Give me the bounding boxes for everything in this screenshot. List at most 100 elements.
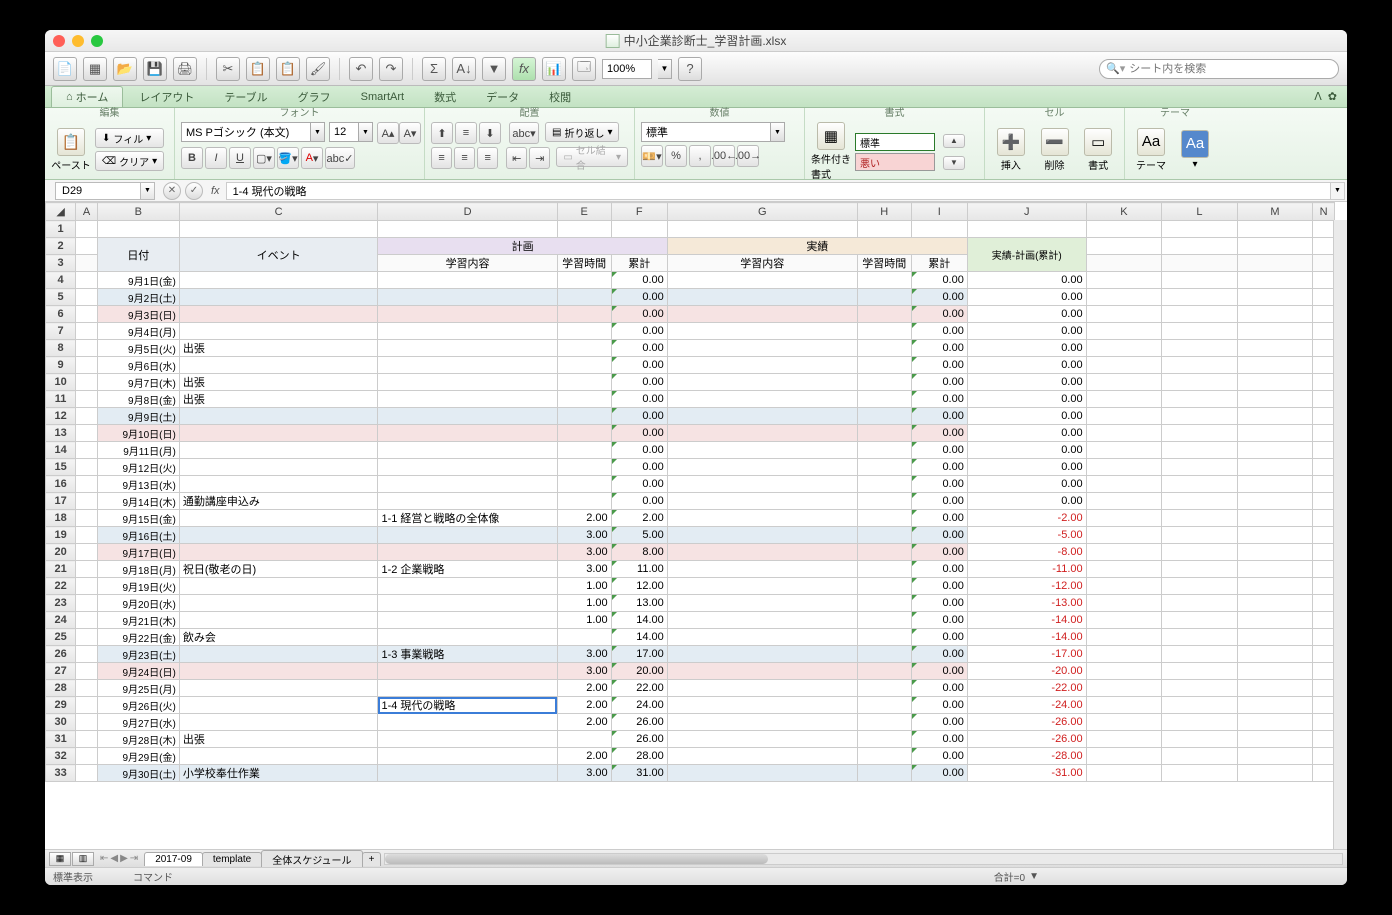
style-bad[interactable]: 悪い — [855, 153, 935, 171]
table-row[interactable]: 269月23日(土)1-3 事業戦略3.0017.000.00-17.00 — [46, 646, 1335, 663]
table-row[interactable]: 109月7日(木)出張0.000.000.00 — [46, 374, 1335, 391]
align-top-icon[interactable]: ⬆ — [431, 122, 453, 144]
table-row[interactable]: 279月24日(日)3.0020.000.00-20.00 — [46, 663, 1335, 680]
dec-decimal-icon[interactable]: .00→ — [737, 145, 759, 167]
table-row[interactable]: 99月6日(水)0.000.000.00 — [46, 357, 1335, 374]
format-button[interactable]: ▭書式 — [1078, 128, 1118, 172]
clear-button[interactable]: ⌫ クリア ▾ — [95, 151, 164, 171]
table-row[interactable]: 159月12日(火)0.000.000.00 — [46, 459, 1335, 476]
open-icon[interactable]: 📂 — [113, 57, 137, 81]
align-right-icon[interactable]: ≡ — [477, 147, 498, 169]
table-row[interactable]: 189月15日(金)1-1 経営と戦略の全体像2.002.000.00-2.00 — [46, 510, 1335, 527]
align-center-icon[interactable]: ≡ — [454, 147, 475, 169]
tab-chart[interactable]: グラフ — [284, 86, 345, 107]
first-sheet-icon[interactable]: ⇤ — [100, 853, 108, 864]
select-all-corner[interactable]: ◢ — [46, 203, 76, 221]
table-row[interactable]: 329月29日(金)2.0028.000.00-28.00 — [46, 748, 1335, 765]
align-middle-icon[interactable]: ≡ — [455, 122, 477, 144]
table-row[interactable]: 219月18日(月)祝日(敬老の日)1-2 企業戦略3.0011.000.00-… — [46, 561, 1335, 578]
column-headers[interactable]: ◢ ABCDEFGHIJKLMN — [46, 203, 1335, 221]
underline-icon[interactable]: U — [229, 147, 251, 169]
next-sheet-icon[interactable]: ▶ — [120, 853, 128, 864]
close-button[interactable] — [53, 35, 65, 47]
fill-color-icon[interactable]: 🪣▾ — [277, 147, 299, 169]
align-left-icon[interactable]: ≡ — [431, 147, 452, 169]
table-row[interactable]: 249月21日(木)1.0014.000.00-14.00 — [46, 612, 1335, 629]
table-row[interactable]: 229月19日(火)1.0012.000.00-12.00 — [46, 578, 1335, 595]
percent-icon[interactable]: % — [665, 145, 687, 167]
format-painter-icon[interactable]: 🖌 — [306, 57, 330, 81]
border-icon[interactable]: ▢▾ — [253, 147, 275, 169]
undo-icon[interactable]: ↶ — [349, 57, 373, 81]
delete-button[interactable]: ➖削除 — [1035, 128, 1075, 172]
table-row[interactable]: 339月30日(土)小学校奉仕作業3.0031.000.00-31.00 — [46, 765, 1335, 782]
italic-icon[interactable]: I — [205, 147, 227, 169]
font-size-combo[interactable]: 12 — [329, 122, 359, 142]
cancel-icon[interactable]: ✕ — [163, 182, 181, 200]
table-row[interactable]: 309月27日(水)2.0026.000.00-26.00 — [46, 714, 1335, 731]
page-view-icon[interactable]: ▥ — [72, 852, 94, 866]
spreadsheet-area[interactable]: ◢ ABCDEFGHIJKLMN 12日付イベント計画実績実績-計画(累計)3学… — [45, 202, 1347, 849]
tab-layout[interactable]: レイアウト — [125, 86, 208, 107]
wrap-button[interactable]: ▤ 折り返し ▾ — [545, 122, 619, 142]
style-up-icon[interactable]: ▲ — [943, 134, 965, 148]
copy-icon[interactable]: 📋 — [246, 57, 270, 81]
horizontal-scrollbar[interactable] — [384, 853, 1343, 865]
normal-view-icon[interactable]: ▦ — [49, 852, 71, 866]
zoom-button[interactable] — [91, 35, 103, 47]
bold-icon[interactable]: B — [181, 147, 203, 169]
table-row[interactable]: 209月17日(日)3.008.000.00-8.00 — [46, 544, 1335, 561]
table-row[interactable]: 299月26日(火)1-4 現代の戦略2.0024.000.00-24.00 — [46, 697, 1335, 714]
table-row[interactable]: 319月28日(木)出張26.000.00-26.00 — [46, 731, 1335, 748]
insert-button[interactable]: ➕挿入 — [991, 128, 1031, 172]
settings-icon[interactable]: ✿ — [1328, 90, 1337, 103]
comma-icon[interactable]: , — [689, 145, 711, 167]
add-sheet-button[interactable]: + — [362, 852, 382, 866]
sheet-tab[interactable]: 全体スケジュール — [261, 850, 362, 868]
redo-icon[interactable]: ↷ — [379, 57, 403, 81]
fill-button[interactable]: ⬇ フィル ▾ — [95, 128, 164, 148]
style-down-icon[interactable]: ▼ — [943, 156, 965, 170]
name-box[interactable]: D29 — [55, 182, 141, 200]
currency-icon[interactable]: 💴▾ — [641, 145, 663, 167]
indent-inc-icon[interactable]: ⇥ — [529, 147, 550, 169]
zoom-input[interactable]: 100% — [602, 59, 652, 79]
template-icon[interactable]: ▦ — [83, 57, 107, 81]
table-row[interactable]: 179月14日(木)通勤講座申込み0.000.000.00 — [46, 493, 1335, 510]
table-row[interactable]: 89月5日(火)出張0.000.000.00 — [46, 340, 1335, 357]
print-icon[interactable]: 🖨 — [173, 57, 197, 81]
table-row[interactable]: 259月22日(金)飲み会14.000.00-14.00 — [46, 629, 1335, 646]
save-icon[interactable]: 💾 — [143, 57, 167, 81]
tab-smartart[interactable]: SmartArt — [347, 86, 418, 107]
help-icon[interactable]: ? — [678, 57, 702, 81]
tab-review[interactable]: 校閲 — [535, 86, 585, 107]
paste-icon[interactable]: 📋 — [276, 57, 300, 81]
table-row[interactable]: 79月4日(月)0.000.000.00 — [46, 323, 1335, 340]
name-box-dropdown[interactable]: ▼ — [141, 182, 155, 200]
indent-dec-icon[interactable]: ⇤ — [506, 147, 527, 169]
sheet-search[interactable]: 🔍▾ — [1099, 59, 1339, 79]
cond-format-button[interactable]: ▦条件付き書式 — [811, 122, 851, 181]
sheet-tab[interactable]: template — [202, 852, 262, 866]
theme-font-button[interactable]: Aa▾ — [1175, 130, 1215, 170]
table-row[interactable]: 69月3日(日)0.000.000.00 — [46, 306, 1335, 323]
collapse-ribbon-icon[interactable]: ᐱ — [1314, 90, 1322, 103]
enter-icon[interactable]: ✓ — [185, 182, 203, 200]
sheet-tab-active[interactable]: 2017-09 — [144, 852, 203, 866]
tab-table[interactable]: テーブル — [210, 86, 281, 107]
prev-sheet-icon[interactable]: ◀ — [110, 853, 118, 864]
theme-button[interactable]: Aaテーマ — [1131, 128, 1171, 172]
phonetic-icon[interactable]: abc✓ — [325, 147, 355, 169]
spreadsheet-grid[interactable]: ◢ ABCDEFGHIJKLMN 12日付イベント計画実績実績-計画(累計)3学… — [45, 202, 1335, 782]
tab-home[interactable]: ⌂ホーム — [51, 86, 123, 107]
shrink-font-icon[interactable]: A▾ — [399, 122, 421, 144]
vertical-scrollbar[interactable] — [1333, 220, 1347, 849]
chart-icon[interactable]: 📊 — [542, 57, 566, 81]
fx-icon[interactable]: fx — [512, 57, 536, 81]
orientation-icon[interactable]: abc▾ — [509, 122, 539, 144]
review-icon[interactable]: 🗔 — [572, 57, 596, 81]
table-row[interactable]: 119月8日(金)出張0.000.000.00 — [46, 391, 1335, 408]
style-normal[interactable]: 標準 — [855, 133, 935, 151]
inc-decimal-icon[interactable]: .00← — [713, 145, 735, 167]
table-row[interactable]: 129月9日(土)0.000.000.00 — [46, 408, 1335, 425]
